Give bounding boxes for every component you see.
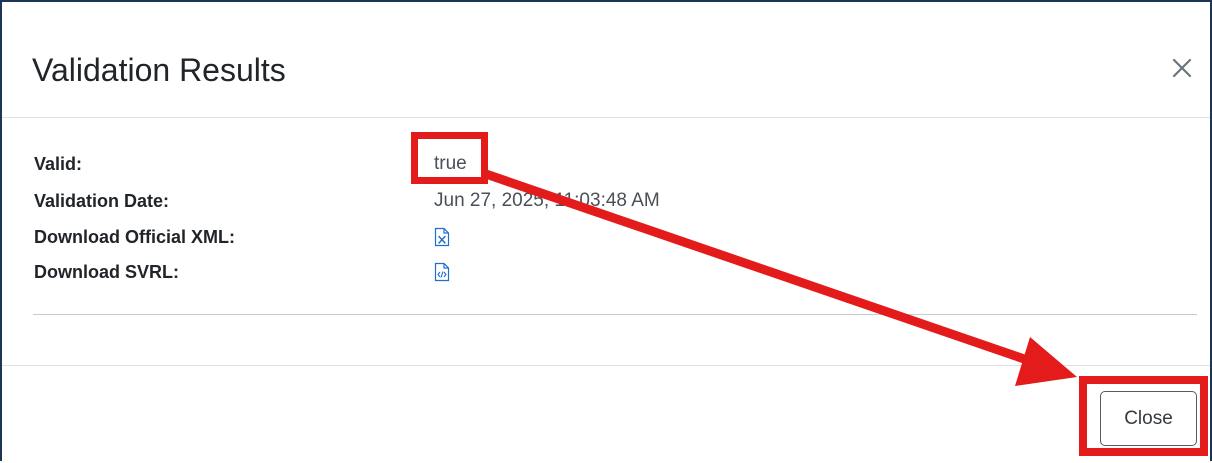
body-divider (33, 314, 1197, 315)
field-value-validation-date: Jun 27, 2025, 11:03:48 AM (434, 190, 660, 211)
field-row-download-svrl: Download SVRL: (2, 258, 1210, 286)
close-button[interactable]: Close (1100, 391, 1197, 446)
field-label-validation-date: Validation Date: (34, 191, 170, 211)
field-row-validation-date: Validation Date: Jun 27, 2025, 11:03:48 … (2, 187, 1210, 215)
field-value-valid: true (434, 153, 467, 174)
field-row-valid: Valid: true (2, 150, 1210, 178)
close-icon[interactable] (1166, 52, 1198, 84)
dialog-footer: Close (2, 366, 1210, 463)
field-label-download-xml: Download Official XML: (34, 227, 235, 247)
field-label-download-svrl: Download SVRL: (34, 262, 179, 282)
code-file-icon[interactable] (434, 262, 450, 282)
field-row-download-xml: Download Official XML: (2, 223, 1210, 251)
dialog-body: Valid: true Validation Date: Jun 27, 202… (2, 118, 1210, 366)
xml-file-icon[interactable] (434, 227, 450, 247)
field-label-valid: Valid: (34, 154, 83, 174)
dialog-header: Validation Results (2, 2, 1210, 118)
dialog-title: Validation Results (32, 52, 286, 88)
validation-results-dialog: Validation Results Valid: true Validatio… (0, 0, 1212, 461)
